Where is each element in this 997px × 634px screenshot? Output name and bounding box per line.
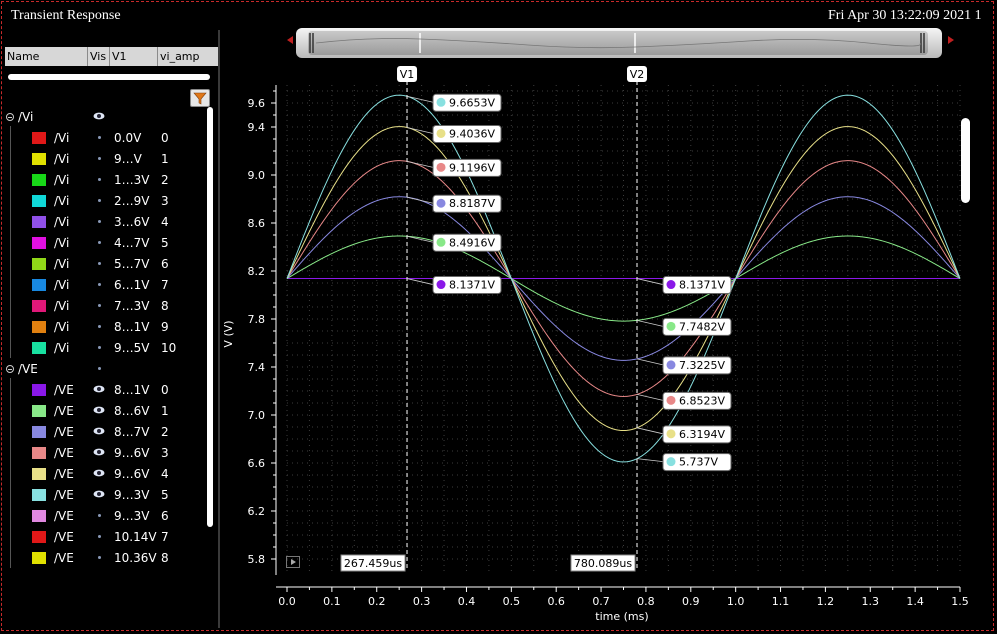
marker-label: 6.3194V (679, 428, 725, 441)
marker-dot (436, 97, 446, 107)
x-tick-label: 0.4 (458, 595, 476, 608)
cursor-label: V1 (400, 68, 415, 81)
cursor-time-label: 267.459us (344, 557, 402, 570)
y-tick-label: 9.4 (248, 121, 266, 134)
marker-leader (406, 278, 434, 285)
marker-dot (666, 321, 676, 331)
x-tick-label: 0.6 (547, 595, 565, 608)
cursor-label: V2 (630, 68, 645, 81)
chart-vertical-scrollbar[interactable] (961, 118, 970, 203)
marker-leader (406, 196, 434, 204)
marker-leader (636, 358, 664, 366)
x-tick-label: 0.9 (682, 595, 700, 608)
marker-leader (636, 427, 664, 435)
transient-chart: 0.0 0.1 0.2 0.3 0.4 0.5 0.6 0.7 0.8 0.9 1.0 1.1 1.2 1… (222, 66, 969, 623)
marker-dot (436, 162, 446, 172)
marker-leader (636, 458, 664, 463)
marker-dot (666, 395, 676, 405)
marker-dot (436, 280, 446, 290)
x-tick-label: 1.1 (772, 595, 790, 608)
x-axis-title: time (ms) (595, 610, 648, 623)
marker-dot (436, 237, 446, 247)
marker-dot (666, 429, 676, 439)
x-tick-label: 1.3 (862, 595, 880, 608)
marker-leader (636, 393, 664, 401)
marker-label: 8.1371V (679, 279, 725, 292)
marker-leader (406, 95, 434, 103)
chart-axes: 0.0 0.1 0.2 0.3 0.4 0.5 0.6 0.7 0.8 0.9 1.0 1.1 1.2 1… (248, 85, 969, 608)
marker-dot (436, 198, 446, 208)
marker-label: 7.3225V (679, 359, 725, 372)
y-tick-label: 9.0 (248, 169, 266, 182)
marker-leader (406, 160, 434, 168)
y-tick-label: 7.8 (248, 313, 266, 326)
marker-label: 5.737V (679, 456, 718, 469)
marker-dot (666, 280, 676, 290)
marker-leader (636, 319, 664, 327)
marker-leader (636, 278, 664, 285)
x-tick-label: 0.5 (503, 595, 521, 608)
x-tick-label: 0.7 (592, 595, 610, 608)
x-tick-label: 0.0 (278, 595, 296, 608)
marker-label: 6.8523V (679, 394, 725, 407)
y-tick-label: 7.0 (248, 409, 266, 422)
y-tick-label: 8.2 (248, 265, 266, 278)
marker-label: 7.7482V (679, 320, 725, 333)
marker-dot (436, 128, 446, 138)
x-tick-label: 1.2 (817, 595, 835, 608)
y-tick-label: 7.4 (248, 361, 266, 374)
x-tick-label: 0.2 (368, 595, 386, 608)
play-icon[interactable] (286, 556, 300, 568)
marker-label: 9.4036V (449, 127, 495, 140)
marker-label: 9.1196V (449, 161, 495, 174)
cursor-time-label: 780.089us (574, 557, 632, 570)
x-tick-label: 0.1 (323, 595, 341, 608)
y-tick-label: 9.6 (248, 97, 266, 110)
y-tick-label: 6.2 (248, 505, 266, 518)
x-tick-label: 1.0 (727, 595, 745, 608)
marker-label: 9.6653V (449, 96, 495, 109)
y-tick-label: 8.6 (248, 217, 266, 230)
marker-label: 8.1371V (449, 279, 495, 292)
x-tick-label: 1.5 (951, 595, 969, 608)
y-tick-label: 5.8 (248, 553, 266, 566)
chart-grid (286, 85, 961, 571)
y-tick-label: 6.6 (248, 457, 266, 470)
x-tick-label: 1.4 (906, 595, 924, 608)
x-tick-label: 0.3 (413, 595, 431, 608)
marker-dot (666, 457, 676, 467)
y-axis-title: V (V) (222, 320, 235, 347)
marker-label: 8.4916V (449, 236, 495, 249)
marker-label: 8.8187V (449, 197, 495, 210)
marker-dot (666, 360, 676, 370)
x-tick-label: 0.8 (637, 595, 655, 608)
